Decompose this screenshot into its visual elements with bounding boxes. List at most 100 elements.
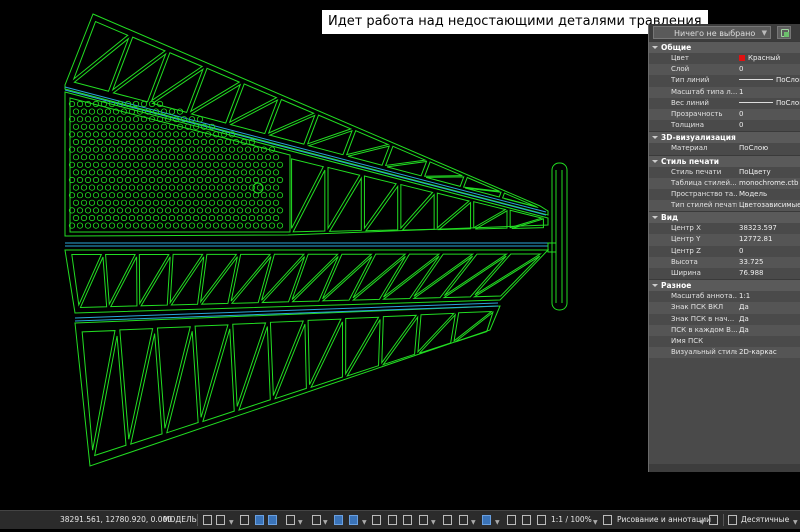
property-row[interactable]: Знак ПСК в нач... Да bbox=[649, 314, 800, 325]
etch-hole bbox=[192, 199, 200, 206]
property-row[interactable]: Пространство та... Модель bbox=[649, 189, 800, 200]
property-row[interactable]: Тип линий ПоСлою bbox=[649, 75, 800, 86]
property-value[interactable]: 12772.81 bbox=[739, 234, 800, 245]
property-value[interactable]: ПоСлою bbox=[739, 143, 800, 154]
property-value[interactable]: Да bbox=[739, 314, 800, 325]
workspace-switch[interactable]: Рисование и аннотации bbox=[617, 511, 711, 529]
polar-tracking-icon[interactable] bbox=[268, 515, 277, 525]
chevron-down-icon[interactable]: ▼ bbox=[593, 514, 598, 532]
coordinates-readout[interactable]: 38291.561, 12780.920, 0.000 bbox=[60, 511, 172, 529]
section-header[interactable]: Разное bbox=[649, 279, 800, 292]
chevron-down-icon[interactable]: ▼ bbox=[495, 514, 500, 532]
units-value[interactable]: Десятичные bbox=[741, 511, 789, 529]
property-row[interactable]: Масштаб аннота... 1:1 bbox=[649, 291, 800, 302]
gear-icon[interactable] bbox=[603, 515, 612, 525]
annotation-scale-value[interactable]: 1:1 / 100% bbox=[551, 511, 592, 529]
truss-cell bbox=[73, 37, 130, 92]
chevron-down-icon[interactable]: ▼ bbox=[362, 514, 367, 532]
truss-cell bbox=[119, 328, 154, 440]
chevron-down-icon[interactable]: ▼ bbox=[700, 514, 705, 532]
dynamic-ucs-icon[interactable] bbox=[419, 515, 428, 525]
property-value[interactable]: Да bbox=[739, 325, 800, 336]
ortho-mode-icon[interactable] bbox=[255, 515, 264, 525]
property-value[interactable]: 1:1 bbox=[739, 291, 800, 302]
property-value[interactable]: 0 bbox=[739, 246, 800, 257]
grid-icon[interactable] bbox=[203, 515, 212, 525]
chevron-down-icon[interactable]: ▼ bbox=[431, 514, 436, 532]
property-row[interactable]: Вес линий ПоСлою bbox=[649, 98, 800, 109]
property-value[interactable]: ПоЦвету bbox=[739, 167, 800, 178]
property-row[interactable]: Визуальный стиль 2D-каркас bbox=[649, 347, 800, 359]
property-row[interactable]: Центр X 38323.597 bbox=[649, 223, 800, 234]
chevron-down-icon[interactable]: ▼ bbox=[298, 514, 303, 532]
section-header[interactable]: 3D-визуализация bbox=[649, 131, 800, 144]
annotation-scale-icon[interactable] bbox=[522, 515, 531, 525]
property-value[interactable]: 33.725 bbox=[739, 257, 800, 268]
property-row[interactable]: ПСК в каждом В... Да bbox=[649, 324, 800, 336]
section-header[interactable]: Стиль печати bbox=[649, 154, 800, 167]
model-space-button[interactable]: МОДЕЛЬ bbox=[163, 511, 197, 529]
property-value[interactable]: Модель bbox=[739, 189, 800, 200]
chevron-down-icon[interactable]: ▼ bbox=[323, 514, 328, 532]
transparency-icon[interactable] bbox=[372, 515, 381, 525]
isometric-icon[interactable] bbox=[286, 515, 295, 525]
etch-hole bbox=[240, 138, 248, 146]
property-value[interactable]: 1 bbox=[739, 87, 800, 98]
property-value[interactable]: 76.988 bbox=[739, 268, 800, 279]
object-snap-icon[interactable] bbox=[334, 515, 343, 525]
object-snap-tracking-icon[interactable] bbox=[312, 515, 321, 525]
property-row[interactable]: Стиль печати ПоЦвету bbox=[649, 167, 800, 178]
property-row[interactable]: Высота 33.725 bbox=[649, 256, 800, 268]
property-row[interactable]: Слой 0 bbox=[649, 64, 800, 76]
3d-osnap-icon[interactable] bbox=[403, 515, 412, 525]
property-row[interactable]: Прозрачность 0 bbox=[649, 108, 800, 121]
property-value[interactable]: ПоСлою bbox=[739, 75, 800, 86]
property-row[interactable]: Толщина 0 bbox=[649, 120, 800, 131]
auto-scale-icon[interactable] bbox=[507, 515, 516, 525]
chevron-down-icon[interactable]: ▼ bbox=[793, 514, 798, 532]
property-row[interactable]: Центр Z 0 bbox=[649, 246, 800, 257]
property-value[interactable]: 0 bbox=[739, 109, 800, 120]
property-value[interactable]: Цветозависимые bbox=[739, 200, 800, 211]
property-name: Имя ПСК bbox=[671, 336, 704, 345]
property-row[interactable]: Таблица стилей... monochrome.ctb bbox=[649, 177, 800, 189]
property-value[interactable]: 2D-каркас bbox=[739, 347, 800, 358]
annotation-visibility-icon[interactable] bbox=[482, 515, 491, 525]
selection-dropdown[interactable]: Ничего не выбрано ▼ bbox=[653, 26, 771, 39]
units-icon[interactable] bbox=[728, 515, 737, 525]
etch-hole bbox=[176, 214, 184, 222]
etch-hole bbox=[80, 123, 88, 130]
property-row[interactable]: Масштаб типа л... 1 bbox=[649, 86, 800, 98]
etch-hole bbox=[92, 146, 100, 153]
property-row[interactable]: Знак ПСК ВКЛ Да bbox=[649, 302, 800, 314]
lineweight-icon[interactable] bbox=[349, 515, 358, 525]
section-header[interactable]: Общие bbox=[649, 41, 800, 53]
infer-constraints-icon[interactable] bbox=[240, 515, 249, 525]
chevron-down-icon[interactable]: ▼ bbox=[229, 514, 234, 532]
property-row[interactable]: Ширина 76.988 bbox=[649, 268, 800, 279]
section-header[interactable]: Вид bbox=[649, 211, 800, 224]
chevron-down-icon[interactable]: ▼ bbox=[471, 514, 476, 532]
property-value[interactable]: 0 bbox=[739, 64, 800, 75]
snap-mode-icon[interactable] bbox=[216, 515, 225, 525]
property-row[interactable]: Центр Y 12772.81 bbox=[649, 234, 800, 246]
truss-cell bbox=[327, 166, 361, 231]
property-value-text: Да bbox=[739, 325, 749, 334]
gizmo-icon[interactable] bbox=[459, 515, 468, 525]
property-value[interactable]: 38323.597 bbox=[739, 223, 800, 234]
property-row[interactable]: Имя ПСК bbox=[649, 336, 800, 347]
quick-select-button[interactable] bbox=[777, 26, 791, 39]
etch-hole bbox=[160, 184, 168, 191]
property-row[interactable]: Цвет Красный bbox=[649, 53, 800, 64]
property-value[interactable]: Да bbox=[739, 302, 800, 313]
property-value[interactable]: monochrome.ctb bbox=[739, 178, 800, 189]
property-value[interactable]: ПоСлою bbox=[739, 98, 800, 109]
property-value[interactable]: Красный bbox=[739, 53, 800, 64]
property-row[interactable]: Материал ПоСлою bbox=[649, 143, 800, 154]
annotation-monitor-icon[interactable] bbox=[537, 515, 546, 525]
selection-cycling-icon[interactable] bbox=[388, 515, 397, 525]
property-row[interactable]: Тип стилей печати Цветозависимые bbox=[649, 200, 800, 212]
property-value[interactable]: 0 bbox=[739, 120, 800, 131]
selection-filter-icon[interactable] bbox=[443, 515, 452, 525]
add-icon[interactable] bbox=[709, 515, 718, 525]
